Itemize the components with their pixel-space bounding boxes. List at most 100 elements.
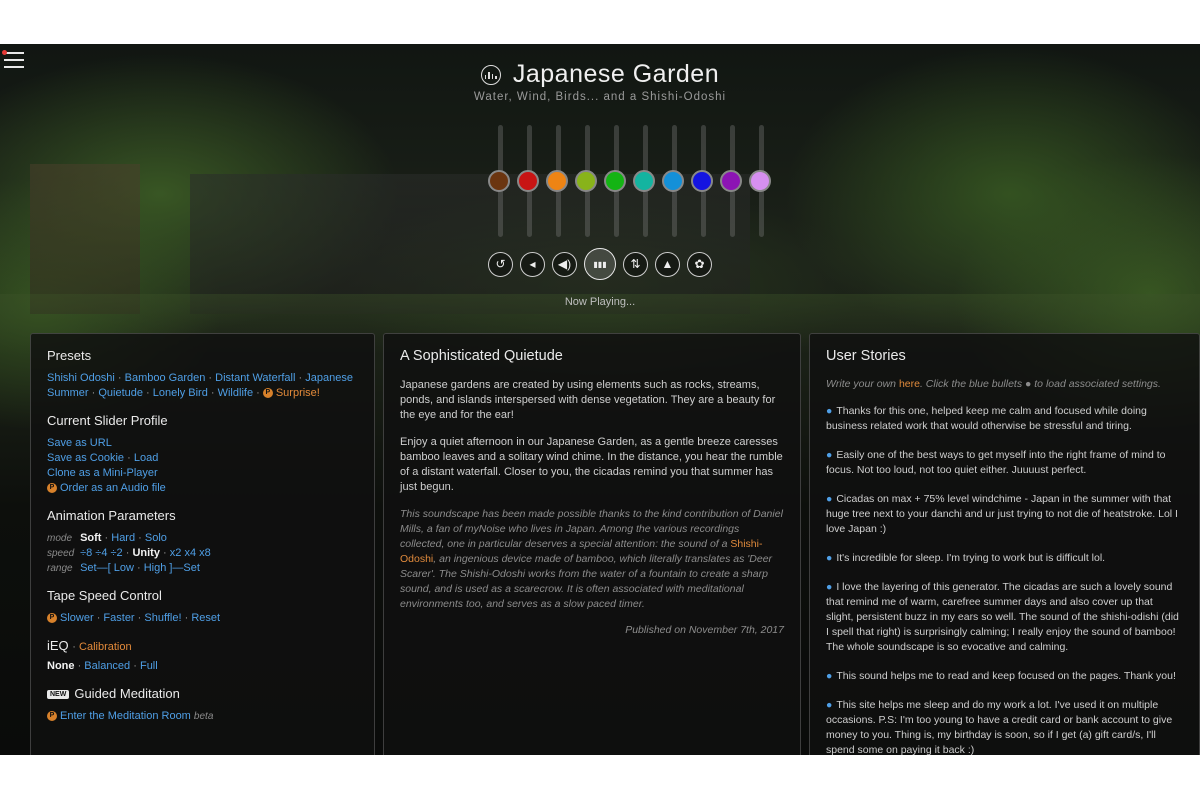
user-story: ● Cicadas on max + 75% level windchime - …	[826, 492, 1183, 537]
animation-heading: Animation Parameters	[47, 508, 176, 523]
story-text: It's incredible for sleep. I'm trying to…	[836, 552, 1106, 564]
slider-knob[interactable]	[488, 170, 510, 192]
slider-knob[interactable]	[749, 170, 771, 192]
story-settings-bullet-icon[interactable]: ●	[826, 493, 832, 505]
user-story: ● This sound helps me to read and keep fo…	[826, 669, 1183, 684]
mode-hard-option[interactable]: Hard	[111, 532, 135, 544]
slider-5[interactable]	[601, 125, 631, 237]
mode-soft-option[interactable]: Soft	[80, 532, 101, 544]
load-cookie-link[interactable]: Load	[134, 452, 158, 464]
story-settings-bullet-icon[interactable]: ●	[826, 670, 832, 682]
credit-paragraph: This soundscape has been made possible t…	[400, 508, 783, 610]
meditation-room-link[interactable]: Enter the Meditation Room	[60, 710, 191, 722]
story-settings-bullet-icon[interactable]: ●	[826, 552, 832, 564]
ieq-none-option[interactable]: None	[47, 660, 75, 672]
story-settings-bullet-icon[interactable]: ●	[826, 699, 832, 711]
background-wall	[30, 164, 140, 314]
slider-8[interactable]	[688, 125, 718, 237]
ieq-full-option[interactable]: Full	[140, 660, 158, 672]
story-settings-bullet-icon[interactable]: ●	[826, 581, 832, 593]
slider-10[interactable]	[746, 125, 776, 237]
story-settings-bullet-icon[interactable]: ●	[826, 449, 832, 461]
preset-link[interactable]: Wildlife	[218, 387, 253, 399]
story-text: Cicadas on max + 75% level windchime - J…	[826, 493, 1178, 535]
slider-6[interactable]	[630, 125, 660, 237]
speed-x2-option[interactable]: x2	[170, 547, 182, 559]
story-text: I love the layering of this generator. T…	[826, 581, 1179, 653]
write-story-link[interactable]: here	[899, 378, 920, 390]
tape-slower-link[interactable]: Slower	[60, 612, 94, 624]
slider-3[interactable]	[543, 125, 573, 237]
slider-9[interactable]	[717, 125, 747, 237]
user-story: ● I love the layering of this generator. …	[826, 580, 1183, 655]
description-panel: A Sophisticated Quietude Japanese garden…	[383, 333, 801, 755]
range-low-link[interactable]: Low	[114, 562, 134, 574]
range-label: range	[47, 563, 73, 574]
user-story: ● It's incredible for sleep. I'm trying t…	[826, 551, 1183, 566]
bell-icon[interactable]: ▲	[655, 251, 680, 277]
equalizer-icon[interactable]: ▮▮▮	[584, 248, 616, 280]
slider-knob[interactable]	[633, 170, 655, 192]
slider-knob[interactable]	[517, 170, 539, 192]
preset-link[interactable]: Surprise!	[276, 387, 320, 399]
speed-x4-option[interactable]: x4	[184, 547, 196, 559]
page-title: Japanese Garden	[512, 60, 720, 88]
speed-x8-option[interactable]: x8	[199, 547, 211, 559]
tape-faster-link[interactable]: Faster	[103, 612, 134, 624]
preset-link[interactable]: Shishi Odoshi	[47, 372, 115, 384]
ieq-calibration-link[interactable]: Calibration	[79, 641, 132, 653]
slider-2[interactable]	[514, 125, 544, 237]
stories-list: ● Thanks for this one, helped keep me cal…	[826, 404, 1183, 755]
preset-link[interactable]: Bamboo Garden	[125, 372, 206, 384]
user-stories-intro: Write your own here. Click the blue bull…	[826, 378, 1161, 390]
slider-knob[interactable]	[575, 170, 597, 192]
tape-reset-link[interactable]: Reset	[191, 612, 220, 624]
soundscape-logo-icon	[480, 64, 501, 85]
order-audio-file-link[interactable]: Order as an Audio file	[60, 482, 166, 494]
slider-knob[interactable]	[720, 170, 742, 192]
speed-div2-option[interactable]: ÷2	[111, 547, 123, 559]
volume-down-icon[interactable]: ◂	[520, 251, 545, 277]
slider-knob[interactable]	[662, 170, 684, 192]
presets-list: Shishi Odoshi · Bamboo Garden · Distant …	[47, 372, 353, 399]
preset-link[interactable]: Quietude	[98, 387, 143, 399]
slider-7[interactable]	[659, 125, 689, 237]
preset-link[interactable]: Distant Waterfall	[215, 372, 295, 384]
now-playing-status: Now Playing...	[564, 296, 636, 308]
premium-icon: P	[262, 388, 273, 399]
profile-heading: Current Slider Profile	[47, 413, 168, 428]
slider-4[interactable]	[572, 125, 602, 237]
slider-1[interactable]	[485, 125, 515, 237]
slider-knob[interactable]	[546, 170, 568, 192]
speed-div8-option[interactable]: ÷8	[80, 547, 92, 559]
user-story: ● Thanks for this one, helped keep me cal…	[826, 404, 1183, 434]
story-text: Easily one of the best ways to get mysel…	[826, 449, 1166, 476]
range-set-high-link[interactable]: ]—Set	[169, 562, 200, 574]
slider-knob[interactable]	[604, 170, 626, 192]
premium-icon: P	[47, 711, 57, 722]
tape-shuffle-link[interactable]: Shuffle!	[144, 612, 181, 624]
premium-icon: P	[47, 613, 57, 624]
reset-icon[interactable]: ↺	[488, 251, 513, 277]
clone-mini-player-link[interactable]: Clone as a Mini-Player	[47, 467, 158, 479]
range-high-link[interactable]: High	[144, 562, 167, 574]
range-set-low-link[interactable]: Set—[	[80, 562, 111, 574]
description-paragraph-1: Japanese gardens are created by using el…	[400, 379, 776, 421]
beta-label: beta	[193, 711, 214, 722]
speed-div4-option[interactable]: ÷4	[95, 547, 107, 559]
slider-knob[interactable]	[691, 170, 713, 192]
story-settings-bullet-icon[interactable]: ●	[826, 405, 832, 417]
animate-icon[interactable]: ⇅	[623, 251, 648, 277]
save-as-url-link[interactable]: Save as URL	[47, 437, 112, 449]
notification-dot	[2, 50, 7, 55]
mode-solo-option[interactable]: Solo	[145, 532, 167, 544]
ieq-balanced-option[interactable]: Balanced	[84, 660, 130, 672]
guided-meditation-heading: Guided Meditation	[74, 686, 180, 701]
volume-up-icon[interactable]: ◀)	[552, 251, 577, 277]
save-as-cookie-link[interactable]: Save as Cookie	[47, 452, 124, 464]
settings-icon[interactable]: ✿	[687, 251, 712, 277]
presets-heading: Presets	[47, 348, 92, 363]
speed-unity-option[interactable]: Unity	[132, 547, 160, 559]
preset-link[interactable]: Lonely Bird	[153, 387, 208, 399]
story-text: This site helps me sleep and do my work …	[826, 699, 1173, 755]
